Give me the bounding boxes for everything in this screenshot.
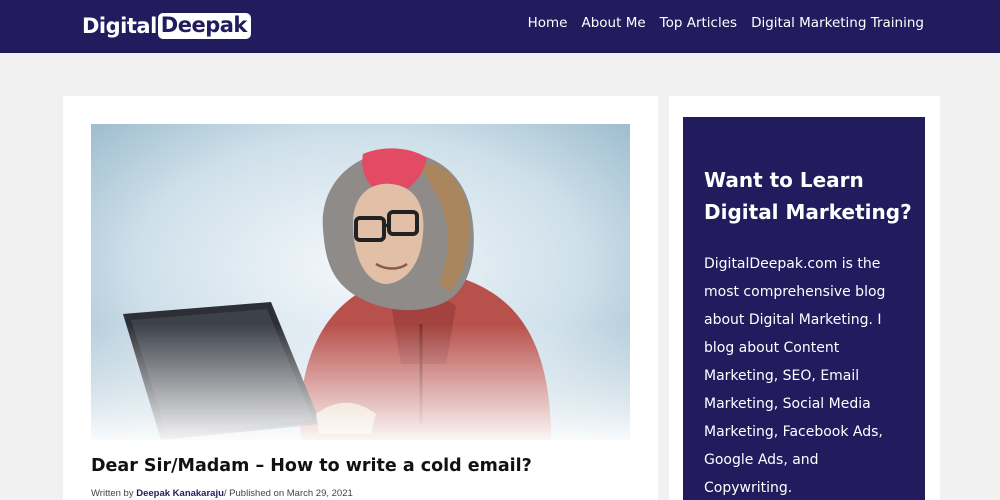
nav-top-articles[interactable]: Top Articles bbox=[660, 14, 737, 32]
site-header: Digital Deepak Home About Me Top Article… bbox=[0, 0, 1000, 53]
logo-text-deepak: Deepak bbox=[157, 12, 251, 39]
byline-prefix: Written by bbox=[91, 488, 137, 499]
nav-about-me[interactable]: About Me bbox=[581, 14, 645, 32]
post-title[interactable]: Dear Sir/Madam – How to write a cold ema… bbox=[91, 454, 630, 478]
post-card: Dear Sir/Madam – How to write a cold ema… bbox=[63, 96, 658, 500]
sidebar-promo-text: DigitalDeepak.com is the most comprehens… bbox=[704, 256, 886, 496]
nav-home[interactable]: Home bbox=[528, 14, 568, 32]
post-byline: Written by Deepak Kanakaraju/ Published … bbox=[91, 488, 353, 499]
byline-date: / Published on March 29, 2021 bbox=[223, 488, 353, 499]
nav-digital-marketing-training[interactable]: Digital Marketing Training bbox=[751, 14, 924, 32]
post-featured-image[interactable] bbox=[91, 124, 630, 440]
hero-image-icon bbox=[91, 124, 630, 440]
sidebar-promo-box: Want to Learn Digital Marketing? Digital… bbox=[683, 117, 925, 500]
main-nav: Home About Me Top Articles Digital Marke… bbox=[528, 14, 924, 32]
sidebar: Want to Learn Digital Marketing? Digital… bbox=[669, 96, 940, 500]
site-logo[interactable]: Digital Deepak bbox=[82, 12, 251, 39]
author-link[interactable]: Deepak Kanakaraju bbox=[136, 488, 224, 499]
logo-text-digital: Digital bbox=[82, 13, 157, 38]
sidebar-promo-title: Want to Learn Digital Marketing? bbox=[704, 168, 912, 224]
